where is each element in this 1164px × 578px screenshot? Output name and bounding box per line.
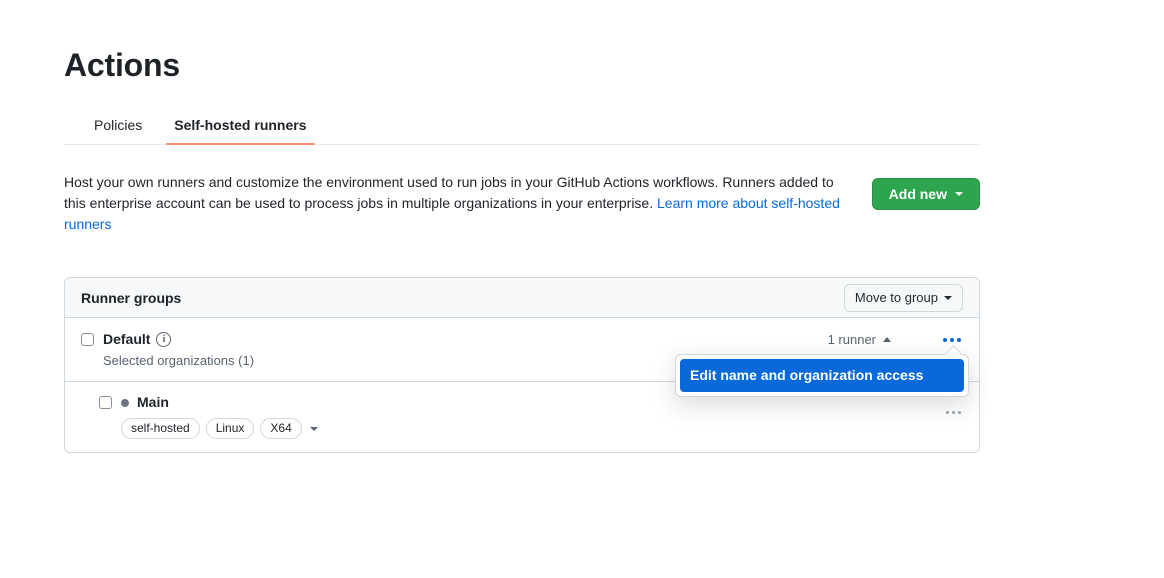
runner-label-linux: Linux — [206, 418, 255, 439]
runner-name: Main — [121, 393, 318, 412]
group-kebab-menu-button[interactable] — [941, 334, 963, 346]
runner-row-actions — [894, 407, 963, 418]
tab-policies[interactable]: Policies — [78, 116, 158, 144]
description-row: Host your own runners and customize the … — [64, 172, 980, 235]
page-title: Actions — [64, 0, 980, 85]
status-dot-icon — [121, 399, 129, 407]
runner-checkbox[interactable] — [99, 396, 112, 409]
group-context-menu: Edit name and organization access — [675, 354, 969, 397]
add-new-label: Add new — [889, 186, 947, 202]
actions-settings-page: Actions Policies Self-hosted runners Hos… — [0, 0, 1164, 578]
group-row-actions: 1 runner — [828, 332, 963, 347]
description-text: Host your own runners and customize the … — [64, 172, 846, 235]
chevron-down-icon — [955, 192, 963, 196]
labels-chevron-down-icon[interactable] — [310, 427, 318, 431]
runner-groups-title: Runner groups — [81, 290, 181, 306]
group-subtitle: Selected organizations (1) — [103, 352, 254, 370]
page-content: Actions Policies Self-hosted runners Hos… — [64, 0, 980, 453]
menu-item-edit-name-and-organization-access[interactable]: Edit name and organization access — [680, 359, 964, 392]
runner-label-self-hosted: self-hosted — [121, 418, 200, 439]
runner-labels: self-hosted Linux X64 — [121, 418, 318, 439]
chevron-down-icon — [944, 296, 952, 300]
runner-group-row-default: Default i Selected organizations (1) 1 r… — [65, 318, 979, 382]
group-info: Default i Selected organizations (1) — [103, 330, 254, 370]
group-name: Default i — [103, 330, 254, 349]
runner-name-label: Main — [137, 393, 169, 412]
info-icon[interactable]: i — [156, 332, 171, 347]
runner-info: Main self-hosted Linux X64 — [121, 393, 318, 439]
runner-kebab-menu-button[interactable] — [944, 407, 963, 418]
runner-count-label: 1 runner — [828, 332, 876, 347]
add-new-button[interactable]: Add new — [872, 178, 980, 210]
group-checkbox[interactable] — [81, 333, 94, 346]
runner-groups-header: Runner groups Move to group — [65, 278, 979, 318]
tab-bar: Policies Self-hosted runners — [64, 115, 980, 145]
runner-label-x64: X64 — [260, 418, 301, 439]
runner-count-toggle[interactable]: 1 runner — [828, 332, 891, 347]
tab-self-hosted-runners[interactable]: Self-hosted runners — [158, 116, 322, 144]
move-to-group-label: Move to group — [855, 290, 938, 305]
move-to-group-button[interactable]: Move to group — [844, 284, 963, 312]
chevron-up-icon — [883, 337, 891, 342]
group-name-label: Default — [103, 330, 150, 349]
runner-groups-card: Runner groups Move to group Default i Se… — [64, 277, 980, 453]
